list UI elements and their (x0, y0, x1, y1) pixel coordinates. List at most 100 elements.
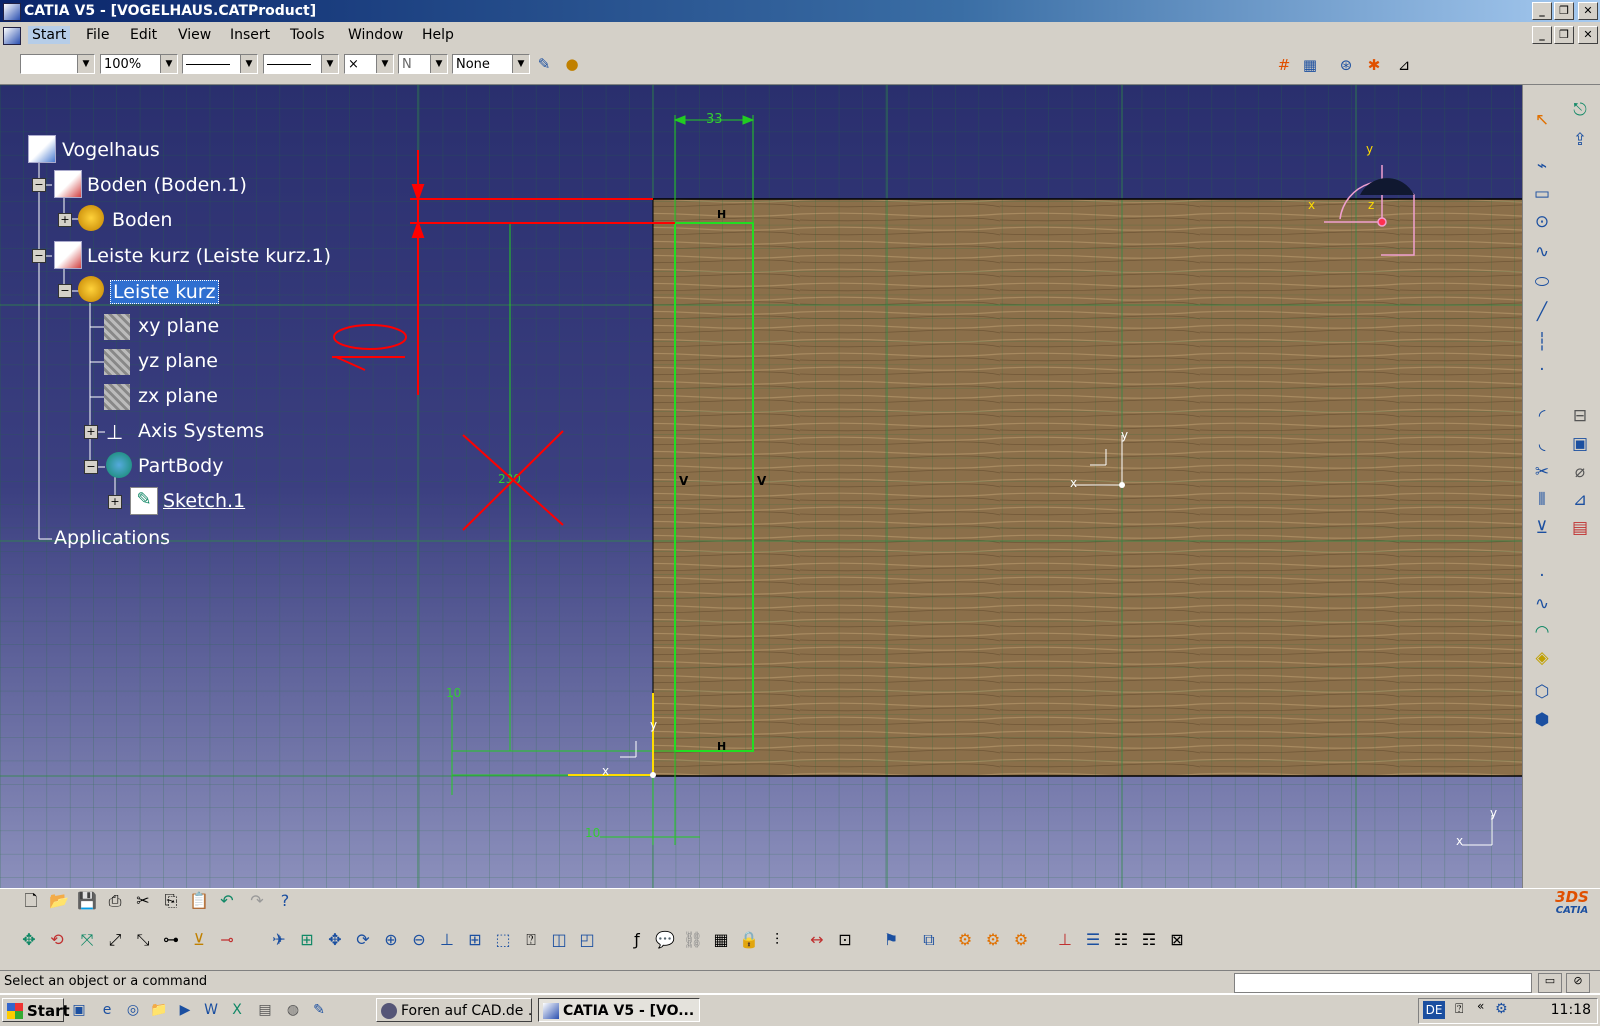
paste-icon[interactable]: 📋 (188, 890, 210, 912)
analysis-icon[interactable]: ⊥ (1054, 929, 1076, 951)
iso-view-icon[interactable]: ⬚ (492, 929, 514, 951)
quicklaunch-explorer-icon[interactable]: 📁 (150, 1001, 168, 1019)
link-icon[interactable]: ⛓ (682, 929, 704, 951)
clash-icon[interactable]: ⊶ (160, 929, 182, 951)
hide-show-icon[interactable]: ⍰ (520, 929, 542, 951)
measure-between-icon[interactable]: ↔ (806, 929, 828, 951)
constraint-contact-icon[interactable]: ⚙ (982, 929, 1004, 951)
stop-icon[interactable]: ⊘ (1566, 973, 1590, 993)
pan-view-icon[interactable]: ✥ (324, 929, 346, 951)
quicklaunch-notepad-icon[interactable]: ✎ (310, 1001, 328, 1019)
distance-icon[interactable]: ⊸ (216, 929, 238, 951)
constraint-coincidence-icon[interactable]: ⚙ (954, 929, 976, 951)
exit-workbench-icon[interactable]: ⎋ (1569, 99, 1591, 121)
task-foren-cad[interactable]: Foren auf CAD.de ... (376, 998, 532, 1022)
print-icon[interactable]: ⎙ (104, 890, 126, 912)
snap-to-point-icon[interactable]: ▦ (1300, 55, 1320, 75)
line-icon[interactable]: ╱ (1531, 301, 1553, 323)
collapse-icon[interactable]: − (58, 284, 72, 298)
power-input-icon[interactable]: ▭ (1538, 973, 1562, 993)
collapse-tree-icon[interactable]: ☶ (1138, 929, 1160, 951)
view-mode-icon[interactable]: ⧉ (918, 929, 940, 951)
quicklaunch-excel-icon[interactable]: X (228, 1001, 246, 1019)
command-input[interactable] (1234, 973, 1532, 993)
menu-window[interactable]: Window (344, 26, 407, 44)
quicklaunch-word-icon[interactable]: W (202, 1001, 220, 1019)
formula-icon[interactable]: ƒ (626, 929, 648, 951)
menu-start[interactable]: Start (28, 26, 71, 44)
dimensional-constraints-icon[interactable]: ⊿ (1394, 55, 1414, 75)
grid-icon[interactable]: # (1274, 55, 1294, 75)
constraint-icon[interactable]: ⊟ (1569, 405, 1591, 427)
constraint-offset-icon[interactable]: ⚙ (1010, 929, 1032, 951)
corner-icon[interactable]: ◜ (1531, 405, 1553, 427)
task-catia[interactable]: CATIA V5 - [VO... (538, 998, 700, 1022)
color-combo[interactable]: ▼ (20, 54, 95, 74)
collapse-icon[interactable]: − (84, 460, 98, 474)
connect-icon[interactable]: ∿ (1531, 593, 1553, 615)
tree-node-zx-plane[interactable]: zx plane (138, 385, 218, 407)
manipulate-icon[interactable]: ⤧ (76, 929, 98, 951)
painter-icon[interactable]: ✎ (534, 54, 554, 74)
expand-tree-icon[interactable]: ☷ (1110, 929, 1132, 951)
collapse-icon[interactable]: − (32, 249, 46, 263)
quicklaunch-outlook-icon[interactable]: ◎ (124, 1001, 142, 1019)
surface-icon[interactable]: ◠ (1531, 621, 1553, 643)
zoom-out-icon[interactable]: ⊖ (408, 929, 430, 951)
fit-all-icon[interactable]: ⊞ (296, 929, 318, 951)
rendering-combo[interactable]: None ▼ (452, 54, 530, 74)
apply-material-icon[interactable]: ● (562, 54, 582, 74)
trim-icon[interactable]: ✂ (1531, 461, 1553, 483)
quicklaunch-media-icon[interactable]: ▶ (176, 1001, 194, 1019)
chamfer-icon[interactable]: ◟ (1531, 433, 1553, 455)
profile-icon[interactable]: ⌁ (1531, 155, 1553, 177)
select-arrow-icon[interactable]: ↖ (1531, 109, 1553, 131)
project-3d-icon[interactable]: ⊻ (1531, 517, 1553, 539)
fix-together-icon[interactable]: ⌀ (1569, 461, 1591, 483)
rotate-view-icon[interactable]: ⟳ (352, 929, 374, 951)
export-icon[interactable]: ⇪ (1569, 129, 1591, 151)
mirror-icon[interactable]: ⫴ (1531, 489, 1553, 511)
doc-restore-button[interactable]: ❐ (1554, 26, 1574, 44)
cut-icon[interactable]: ✂ (132, 890, 154, 912)
quicklaunch-calc-icon[interactable]: ▤ (256, 1001, 274, 1019)
tree-node-boden-part[interactable]: Boden (112, 209, 172, 231)
doc-close-button[interactable]: ✕ (1578, 26, 1598, 44)
product-structure-icon[interactable]: ⚑ (880, 929, 902, 951)
comment-icon[interactable]: 💬 (654, 929, 676, 951)
point-small-icon[interactable]: · (1531, 565, 1553, 587)
minimize-button[interactable]: _ (1532, 2, 1552, 20)
tree-node-yz-plane[interactable]: yz plane (138, 350, 218, 372)
start-button[interactable]: Start (2, 998, 70, 1022)
explode-icon[interactable]: ⤡ (132, 929, 154, 951)
bill-of-material-icon[interactable]: ⊠ (1166, 929, 1188, 951)
menu-file[interactable]: File (82, 26, 113, 44)
fly-mode-icon[interactable]: ✈ (268, 929, 290, 951)
help-tray-icon[interactable]: ⍰ (1455, 1001, 1463, 1017)
axis-icon[interactable]: ┆ (1531, 331, 1553, 353)
tree-node-applications[interactable]: Applications (54, 527, 170, 549)
snap-icon[interactable]: ⤢ (104, 929, 126, 951)
quicklaunch-app-icon[interactable]: ◍ (284, 1001, 302, 1019)
normal-view-icon[interactable]: ⊥ (436, 929, 458, 951)
menu-insert[interactable]: Insert (226, 26, 274, 44)
point-type-combo[interactable]: × ▼ (344, 54, 394, 74)
cut-part-icon[interactable]: ⬢ (1531, 709, 1553, 731)
new-file-icon[interactable]: 🗋 (20, 890, 42, 912)
network-tray-icon[interactable]: ⚙ (1495, 1001, 1508, 1017)
doc-minimize-button[interactable]: _ (1532, 26, 1552, 44)
tree-align-icon[interactable]: ☰ (1082, 929, 1104, 951)
zoom-in-icon[interactable]: ⊕ (380, 929, 402, 951)
sketch-canvas[interactable]: 33 10 10 230 H H V V x y x y x y y x z (0, 85, 1522, 888)
geometric-constraints-icon[interactable]: ✱ (1364, 55, 1384, 75)
copy-icon[interactable]: ⎘ (160, 890, 182, 912)
auto-constraint-icon[interactable]: ⊿ (1569, 489, 1591, 511)
menu-view[interactable]: View (174, 26, 215, 44)
transparency-combo[interactable]: 100% ▼ (100, 54, 178, 74)
lock-icon[interactable]: 🔒 (738, 929, 760, 951)
rotate-icon[interactable]: ⟲ (46, 929, 68, 951)
tray-expand-icon[interactable]: « (1477, 999, 1484, 1013)
constraint-box-icon[interactable]: ▣ (1569, 433, 1591, 455)
parameter-icon[interactable]: ⫶ (766, 929, 788, 951)
document-icon[interactable] (3, 27, 21, 45)
